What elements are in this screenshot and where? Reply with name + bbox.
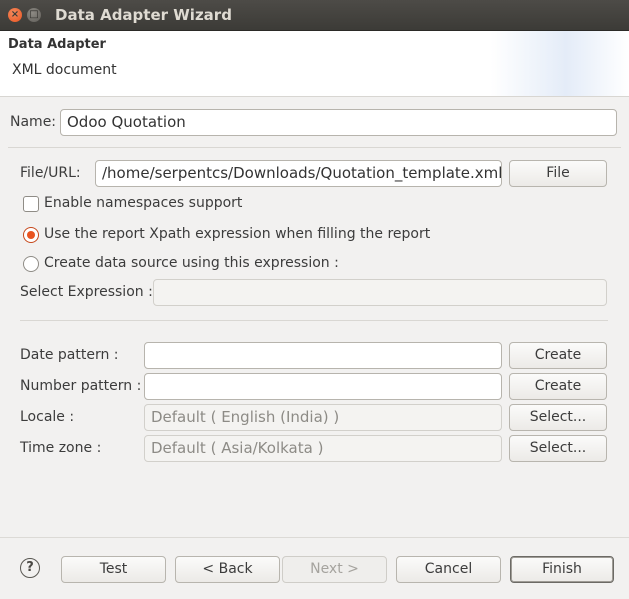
use-report-xpath-radio[interactable]: [23, 227, 39, 243]
date-pattern-label: Date pattern :: [20, 347, 119, 363]
next-button[interactable]: Next >: [282, 556, 387, 583]
finish-button[interactable]: Finish: [510, 556, 614, 583]
locale-select-button[interactable]: Select...: [509, 404, 607, 431]
enable-namespaces-label: Enable namespaces support: [44, 195, 243, 211]
test-button[interactable]: Test: [61, 556, 166, 583]
file-button[interactable]: File: [509, 160, 607, 187]
select-expression-input[interactable]: [153, 279, 607, 306]
time-zone-select-button[interactable]: Select...: [509, 435, 607, 462]
locale-label: Locale :: [20, 409, 75, 425]
separator: [20, 320, 608, 321]
name-label: Name:: [10, 114, 57, 130]
back-button[interactable]: < Back: [175, 556, 280, 583]
file-url-label: File/URL:: [20, 165, 81, 181]
cancel-button[interactable]: Cancel: [396, 556, 501, 583]
separator: [8, 147, 621, 148]
date-pattern-input[interactable]: [144, 342, 502, 369]
number-pattern-input[interactable]: [144, 373, 502, 400]
time-zone-input[interactable]: Default ( Asia/Kolkata ): [144, 435, 502, 462]
number-pattern-create-button[interactable]: Create: [509, 373, 607, 400]
name-input[interactable]: Odoo Quotation: [60, 109, 617, 136]
file-url-input[interactable]: /home/serpentcs/Downloads/Quotation_temp…: [95, 160, 502, 187]
maximize-window-icon[interactable]: □: [27, 8, 41, 22]
wizard-header: Data Adapter XML document: [0, 31, 629, 97]
date-pattern-create-button[interactable]: Create: [509, 342, 607, 369]
footer-separator: [0, 537, 629, 538]
use-report-xpath-label: Use the report Xpath expression when fil…: [44, 226, 431, 242]
time-zone-label: Time zone :: [20, 440, 102, 456]
create-data-source-label: Create data source using this expression…: [44, 255, 339, 271]
wizard-page-subtitle: XML document: [12, 62, 117, 78]
select-expression-label: Select Expression :: [20, 284, 153, 300]
number-pattern-label: Number pattern :: [20, 378, 142, 394]
wizard-page-title: Data Adapter: [8, 37, 106, 52]
close-window-icon[interactable]: ×: [8, 8, 22, 22]
title-bar: × □ Data Adapter Wizard: [0, 0, 629, 31]
enable-namespaces-checkbox[interactable]: [23, 196, 39, 212]
create-data-source-radio[interactable]: [23, 256, 39, 272]
locale-input[interactable]: Default ( English (India) ): [144, 404, 502, 431]
window-title: Data Adapter Wizard: [55, 6, 232, 24]
help-icon[interactable]: ?: [20, 558, 40, 578]
